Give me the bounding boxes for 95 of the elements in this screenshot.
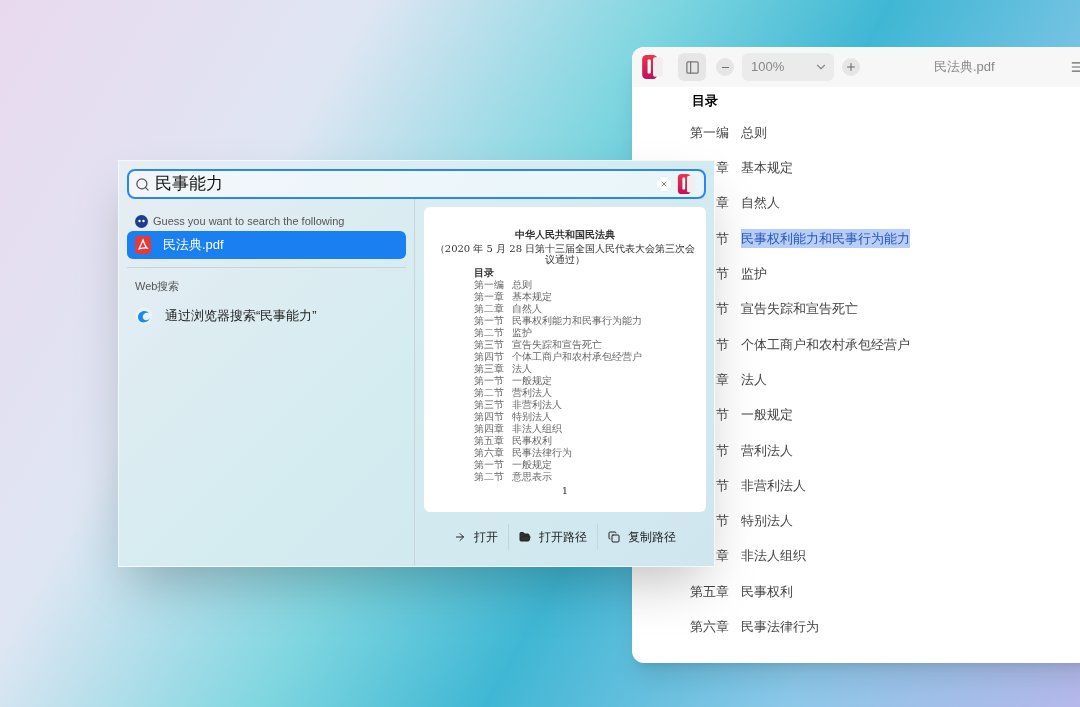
toc-title: 民事权利 xyxy=(741,582,793,601)
toc-title: 营利法人 xyxy=(741,441,793,460)
document-label: 第六章 xyxy=(474,447,505,459)
section-title: Web搜索 xyxy=(134,279,181,294)
document-text: 一般规定 xyxy=(512,459,552,471)
toc-title: 特别法人 xyxy=(741,512,793,531)
document-label: 第二节 xyxy=(474,471,505,483)
toc-title: 自然人 xyxy=(741,194,780,213)
toc-label: 章 xyxy=(716,159,729,178)
app-logo-icon[interactable] xyxy=(676,173,698,195)
toc-title: 个体工商户和农村承包经营户 xyxy=(741,335,910,354)
window-title: 民法典.pdf xyxy=(934,58,996,77)
toc-title: 非营利法人 xyxy=(741,476,806,495)
document-label: 第三节 xyxy=(474,339,505,351)
toc-label: 节 xyxy=(716,335,729,354)
toc-label: 节 xyxy=(716,229,729,248)
document-label: 第三章 xyxy=(474,363,505,375)
document-text: 宣告失踪和宣告死亡 xyxy=(512,339,602,351)
toc-title: 非法人组织 xyxy=(741,547,806,566)
toc-label: 章 xyxy=(716,370,729,389)
document-title: 中华人民共和国民法典 xyxy=(515,229,615,241)
document-heading: 目录 xyxy=(474,267,495,279)
toc-title: 法人 xyxy=(741,370,767,389)
toc-title: 总则 xyxy=(741,123,767,142)
action-button[interactable]: 打开 xyxy=(444,528,508,546)
document-label: 第四节 xyxy=(474,351,505,363)
toc-label: 章 xyxy=(716,194,729,213)
toc-label: 节 xyxy=(716,512,729,531)
action-button[interactable]: 复制路径 xyxy=(598,528,686,546)
menu-icon[interactable] xyxy=(1070,60,1080,74)
toc-label: 第六章 xyxy=(690,618,729,637)
sidebar-toggle-button[interactable] xyxy=(678,53,706,81)
document-text: 基本规定 xyxy=(512,291,552,303)
browser-icon[interactable] xyxy=(135,307,153,325)
toc-title: 民事法律行为 xyxy=(741,618,819,637)
document-text: 总则 xyxy=(512,279,532,291)
document-label: 第一节 xyxy=(474,375,505,387)
close-icon xyxy=(660,180,668,188)
toc-label: 节 xyxy=(716,441,729,460)
zoom-in-button[interactable] xyxy=(842,58,860,76)
document-text: 意思表示 xyxy=(512,471,552,483)
document-label: 第二节 xyxy=(474,327,505,339)
plus-icon xyxy=(845,61,857,73)
document-text: 营利法人 xyxy=(512,387,552,399)
result-item[interactable]: 民法典.pdf xyxy=(127,231,406,259)
document-label: 第一章 xyxy=(474,291,505,303)
toc-title: 监护 xyxy=(741,265,767,284)
folder-icon xyxy=(519,531,531,543)
document-label: 第二节 xyxy=(474,387,505,399)
toc-label: 第一编 xyxy=(690,123,729,142)
document-text: 特别法人 xyxy=(512,411,552,423)
document-text: 非法人组织 xyxy=(512,423,562,435)
document-text: 一般规定 xyxy=(512,375,552,387)
document-text: 自然人 xyxy=(512,303,542,315)
document-label: 第二章 xyxy=(474,303,505,315)
toc-title: 民事权利能力和民事行为能力 xyxy=(741,228,910,249)
document-text: 民事权利能力和民事行为能力 xyxy=(512,315,642,327)
clear-button[interactable] xyxy=(657,177,671,191)
suggestion-header: Guess you want to search the following xyxy=(153,213,345,229)
copy-icon xyxy=(608,531,620,543)
document-label: 第四节 xyxy=(474,411,505,423)
result-item[interactable]: 通过浏览器搜索“民事能力” xyxy=(127,302,406,330)
page-number: 1 xyxy=(561,485,569,497)
toc-label: 节 xyxy=(716,406,729,425)
toc-label: 第五章 xyxy=(690,582,729,601)
toc-label: 节 xyxy=(716,265,729,284)
document-subtitle: （2020 年 5 月 28 日第十三届全国人民代表大会第三次会议通过） xyxy=(434,243,696,265)
arrow-icon xyxy=(454,531,466,543)
document-text: 非营利法人 xyxy=(512,399,562,411)
search-icon xyxy=(135,176,150,192)
toc-title: 一般规定 xyxy=(741,406,793,425)
document-label: 第一节 xyxy=(474,459,505,471)
search-field[interactable]: 民事能力 xyxy=(127,169,706,199)
document-text: 民事权利 xyxy=(512,435,552,447)
toc-label: 节 xyxy=(716,300,729,319)
document-label: 第五章 xyxy=(474,435,505,447)
toc-label: 章 xyxy=(716,547,729,566)
toc-heading: 目录 xyxy=(692,92,719,110)
toc-title: 宣告失踪和宣告死亡 xyxy=(741,300,858,319)
document-label: 第一节 xyxy=(474,315,505,327)
app-logo-icon[interactable] xyxy=(640,54,666,80)
document-text: 个体工商户和农村承包经营户 xyxy=(512,351,642,363)
document-label: 第四章 xyxy=(474,423,505,435)
document-label: 第三节 xyxy=(474,399,505,411)
document-label: 第一编 xyxy=(474,279,505,291)
toc-label: 节 xyxy=(716,476,729,495)
document-text: 监护 xyxy=(512,327,532,339)
pdf-file-icon xyxy=(135,236,151,254)
toc-title: 基本规定 xyxy=(741,159,793,178)
document-text: 民事法律行为 xyxy=(512,447,572,459)
assistant-icon xyxy=(135,214,148,228)
zoom-out-button[interactable] xyxy=(716,58,734,76)
action-button[interactable]: 打开路径 xyxy=(509,528,597,546)
sidebar-icon xyxy=(684,59,700,75)
document-text: 法人 xyxy=(512,363,532,375)
